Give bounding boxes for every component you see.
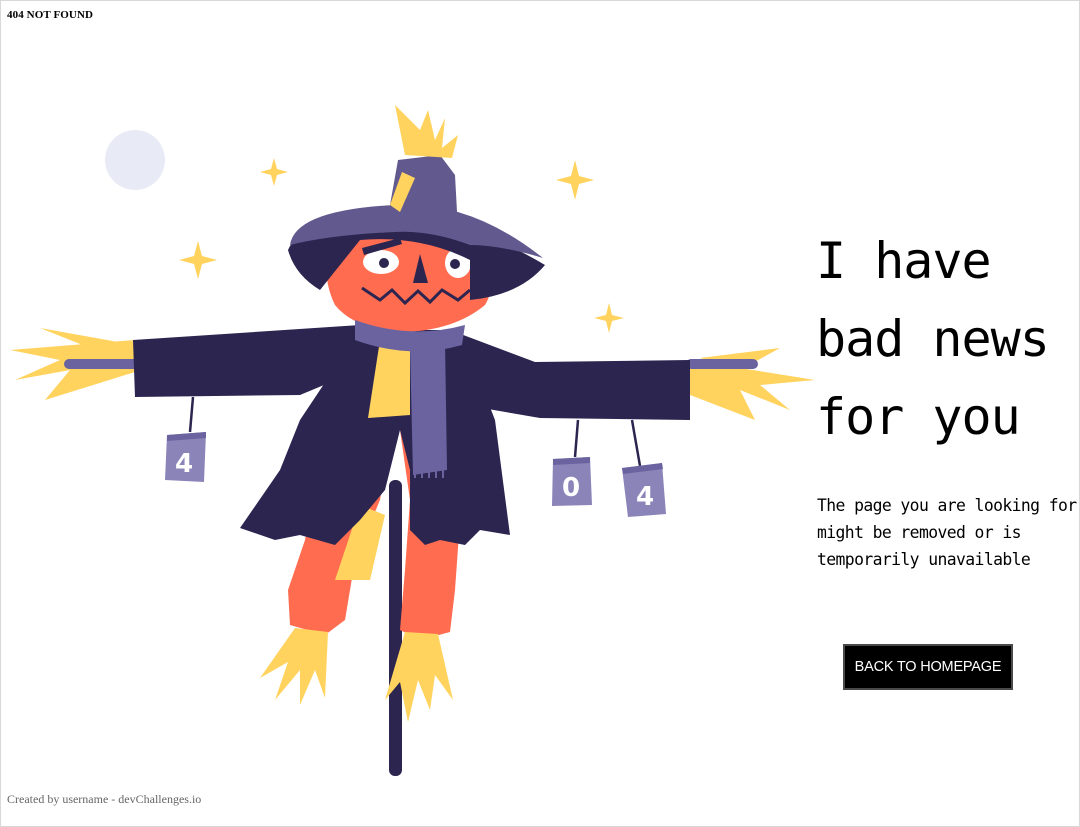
headline: I have bad news for you	[816, 232, 1050, 446]
sparkle-icon	[594, 303, 624, 333]
left-stick	[64, 359, 139, 369]
can-right: 4	[622, 419, 666, 517]
back-to-homepage-button[interactable]: BACK TO HOMEPAGE	[843, 644, 1013, 690]
sparkle-icon	[260, 158, 288, 186]
svg-text:0: 0	[562, 473, 580, 503]
scarecrow-illustration: 4 0 4	[10, 105, 815, 776]
hat-straw	[395, 105, 458, 158]
pole	[389, 480, 402, 776]
sparkle-icon	[179, 241, 217, 279]
page-title: 404 NOT FOUND	[7, 9, 94, 21]
can-middle: 0	[552, 419, 592, 506]
description: The page you are looking for might be re…	[817, 496, 1077, 569]
svg-text:4: 4	[175, 449, 193, 479]
right-stick	[686, 359, 758, 369]
moon-icon	[105, 130, 165, 190]
sparkle-icon	[556, 160, 594, 200]
svg-text:4: 4	[636, 482, 654, 512]
right-hand-straw	[690, 348, 815, 420]
footer-credit: Created by username	[7, 792, 109, 806]
scarf-tail	[410, 340, 447, 475]
footer: Created by username - devChallenges.io	[7, 792, 201, 807]
footer-site-link[interactable]: devChallenges.io	[118, 792, 201, 806]
footer-separator: -	[111, 792, 116, 806]
can-left: 4	[165, 396, 206, 482]
feet-straw	[260, 628, 453, 722]
